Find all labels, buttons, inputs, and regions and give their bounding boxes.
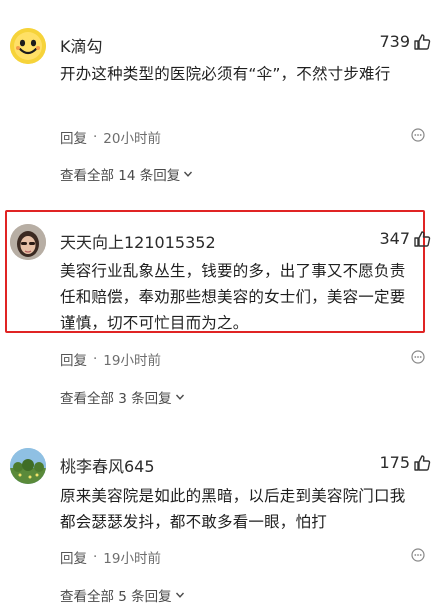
more-options-icon[interactable] xyxy=(411,548,425,562)
thumbs-up-icon xyxy=(414,454,431,471)
comment-username[interactable]: K滴勾 xyxy=(60,33,103,57)
reply-button[interactable]: 回复 xyxy=(60,547,87,567)
smiley-avatar-icon xyxy=(10,28,46,64)
thumbs-up-icon xyxy=(414,33,431,50)
comment-time: 19小时前 xyxy=(103,551,161,567)
meta-separator: · xyxy=(93,549,98,565)
comment-time: 20小时前 xyxy=(103,131,161,147)
view-all-replies-link[interactable]: 查看全部 5 条回复 xyxy=(60,585,185,605)
comment-meta: 回复 · 19小时前 xyxy=(60,547,161,567)
comment-meta: 回复 · 20小时前 xyxy=(60,127,161,147)
comment-text: 原来美容院是如此的黑暗，以后走到美容院门口我都会瑟瑟发抖，都不敢多看一眼，怕打 xyxy=(60,487,406,531)
comment-username[interactable]: 天天向上121015352 xyxy=(60,229,216,253)
comment-meta: 回复 · 19小时前 xyxy=(60,349,161,369)
landscape-avatar-icon xyxy=(10,448,46,484)
more-options-icon[interactable] xyxy=(411,128,425,142)
avatar[interactable] xyxy=(10,28,46,64)
thumbs-up-icon xyxy=(414,230,431,247)
meta-separator: · xyxy=(93,129,98,145)
view-all-replies-label: 查看全部 3 条回复 xyxy=(60,391,172,407)
comment-time: 19小时前 xyxy=(103,353,161,369)
view-all-replies-link[interactable]: 查看全部 3 条回复 xyxy=(60,387,185,407)
chevron-down-icon xyxy=(175,394,184,400)
avatar[interactable] xyxy=(10,224,46,260)
more-options-icon[interactable] xyxy=(411,350,425,364)
view-all-replies-label: 查看全部 5 条回复 xyxy=(60,589,172,605)
like-count: 175 xyxy=(379,453,410,472)
reply-button[interactable]: 回复 xyxy=(60,349,87,369)
like-button[interactable]: 739 xyxy=(379,32,431,51)
avatar[interactable] xyxy=(10,448,46,484)
reply-button[interactable]: 回复 xyxy=(60,127,87,147)
user-photo-avatar-icon xyxy=(10,224,46,260)
view-all-replies-link[interactable]: 查看全部 14 条回复 xyxy=(60,164,193,184)
chevron-down-icon xyxy=(184,171,193,177)
meta-separator: · xyxy=(93,351,98,367)
comment-text: 开办这种类型的医院必须有“伞”，不然寸步难行 xyxy=(60,65,391,83)
like-count: 347 xyxy=(379,229,410,248)
like-button[interactable]: 347 xyxy=(379,229,431,248)
view-all-replies-label: 查看全部 14 条回复 xyxy=(60,168,181,184)
chevron-down-icon xyxy=(175,592,184,598)
like-button[interactable]: 175 xyxy=(379,453,431,472)
comment-text: 美容行业乱象丛生，钱要的多，出了事又不愿负责任和赔偿，奉劝那些想美容的女士们，美… xyxy=(60,262,406,332)
like-count: 739 xyxy=(379,32,410,51)
comment-username[interactable]: 桃李春风645 xyxy=(60,453,155,477)
